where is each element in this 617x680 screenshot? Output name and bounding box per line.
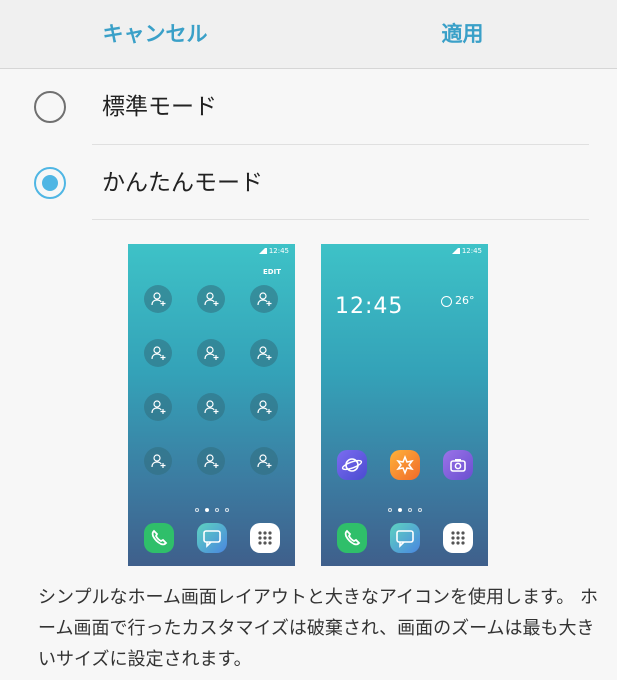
divider — [92, 144, 589, 145]
add-contact-icon — [250, 285, 278, 313]
page-indicator — [321, 508, 488, 512]
apps-icon — [443, 523, 473, 553]
add-contact-icon — [197, 285, 225, 313]
messages-icon — [390, 523, 420, 553]
cancel-button[interactable]: キャンセル — [60, 0, 250, 69]
apps-icon — [250, 523, 280, 553]
messages-icon — [197, 523, 227, 553]
add-contact-icon — [197, 393, 225, 421]
status-time: 12:45 — [268, 247, 289, 255]
apply-button[interactable]: 適用 — [370, 0, 555, 69]
signal-icon — [258, 248, 267, 254]
mode-description: シンプルなホーム画面レイアウトと大きなアイコンを使用します。 ホーム画面で行った… — [38, 587, 598, 670]
phone-icon — [144, 523, 174, 553]
add-contact-icon — [250, 447, 278, 475]
radio-easy-mode[interactable] — [34, 167, 66, 199]
add-contact-icon — [144, 393, 172, 421]
internet-icon — [337, 450, 367, 480]
camera-icon — [443, 450, 473, 480]
add-contact-icon — [197, 447, 225, 475]
temperature: 26° — [455, 294, 475, 307]
option-label: かんたんモード — [102, 170, 263, 196]
phone-icon — [337, 523, 367, 553]
add-contact-icon — [144, 285, 172, 313]
status-bar: 12:45 — [451, 247, 482, 255]
signal-icon — [451, 248, 460, 254]
option-easy-mode[interactable]: かんたんモード — [0, 146, 617, 220]
add-contact-icon — [197, 339, 225, 367]
add-contact-icon — [144, 447, 172, 475]
weather-icon — [441, 295, 452, 307]
action-bar: キャンセル 適用 — [0, 0, 617, 69]
add-contact-icon — [250, 393, 278, 421]
add-contact-icon — [144, 339, 172, 367]
divider — [92, 219, 589, 220]
weather-widget: 26° — [441, 294, 475, 307]
galaxy-apps-icon — [390, 450, 420, 480]
radio-standard-mode[interactable] — [34, 91, 66, 123]
add-contact-icon — [250, 339, 278, 367]
page-indicator — [128, 508, 295, 512]
preview-easy-home-clock: 12:45 12:45 26° — [321, 244, 488, 566]
clock-widget: 12:45 — [335, 294, 404, 319]
status-time: 12:45 — [461, 247, 482, 255]
option-standard-mode[interactable]: 標準モード — [0, 70, 617, 144]
option-label: 標準モード — [102, 94, 217, 120]
preview-easy-home: 12:45 EDIT — [128, 244, 295, 566]
edit-label: EDIT — [263, 268, 281, 276]
status-bar: 12:45 — [258, 247, 289, 255]
